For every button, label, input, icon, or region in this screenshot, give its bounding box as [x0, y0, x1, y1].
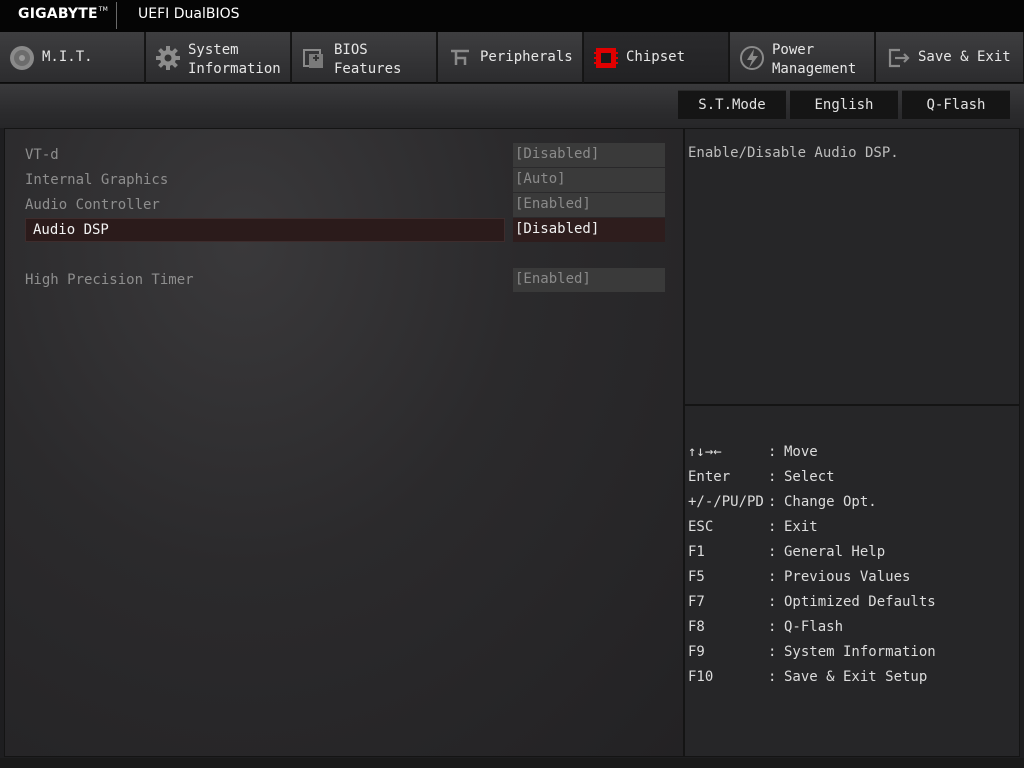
key-description: Previous Values	[784, 569, 911, 585]
key-description: Move	[784, 444, 818, 460]
key-description: Change Opt.	[784, 494, 877, 510]
settings-panel: VT-d [Disabled] Internal Graphics [Auto]…	[4, 128, 684, 757]
key-separator: :	[768, 469, 777, 485]
setting-value[interactable]: [Disabled]	[513, 143, 665, 167]
key-separator: :	[768, 569, 777, 585]
key-separator: :	[768, 669, 777, 685]
power-bolt-icon	[738, 44, 766, 72]
setting-row-vt-d[interactable]: VT-d [Disabled]	[25, 143, 665, 167]
tab-bios-features[interactable]: BIOS Features	[292, 32, 437, 83]
key-separator: :	[768, 494, 777, 510]
usb-plug-icon	[446, 44, 474, 72]
setting-value[interactable]: [Enabled]	[513, 193, 665, 217]
tab-system-information[interactable]: System Information	[146, 32, 291, 83]
tab-label: Save & Exit	[918, 49, 1011, 65]
key-description: Select	[784, 469, 835, 485]
setting-label: Audio Controller	[25, 197, 160, 213]
key-name: F10	[688, 669, 714, 685]
key-name: Enter	[688, 469, 731, 485]
key-name: ESC	[688, 519, 714, 535]
bios-chip-icon	[300, 44, 328, 72]
tab-label: System Information	[188, 42, 281, 77]
brand-name: GIGABYTE	[18, 6, 98, 22]
arrow-keys-icon: ↑↓→←	[688, 444, 722, 460]
key-separator: :	[768, 644, 777, 660]
key-separator: :	[768, 544, 777, 560]
key-legend-panel: ↑↓→←: Move Enter: Select +/-/PU/PD: Change …	[684, 405, 1020, 757]
gigabyte-logo: GIGABYTETM	[18, 6, 108, 22]
key-description: Save & Exit Setup	[784, 669, 928, 685]
key-separator: :	[768, 594, 777, 610]
tab-label: Peripherals	[480, 49, 573, 65]
setting-row-high-precision-timer[interactable]: High Precision Timer [Enabled]	[25, 268, 665, 292]
main-tab-bar: M.I.T. System Information BIOS Features …	[0, 32, 1024, 84]
setting-value[interactable]: [Auto]	[513, 168, 665, 192]
key-description: Optimized Defaults	[784, 594, 936, 610]
setting-label: VT-d	[25, 147, 59, 163]
mit-disc-icon	[8, 44, 36, 72]
setting-row-audio-controller[interactable]: Audio Controller [Enabled]	[25, 193, 665, 217]
setting-row-audio-dsp[interactable]: Audio DSP [Disabled]	[25, 218, 665, 242]
bottom-border	[0, 758, 1024, 768]
key-name: F8	[688, 619, 705, 635]
tab-label: Power Management	[772, 42, 857, 77]
key-name: F1	[688, 544, 705, 560]
help-text: Enable/Disable Audio DSP.	[688, 145, 899, 161]
key-name: F7	[688, 594, 705, 610]
tab-save-exit[interactable]: Save & Exit	[876, 32, 1024, 83]
key-description: General Help	[784, 544, 886, 560]
tab-mit[interactable]: M.I.T.	[0, 32, 145, 83]
help-panel: Enable/Disable Audio DSP.	[684, 128, 1020, 405]
tab-label: BIOS Features	[334, 42, 402, 77]
key-description: System Information	[784, 644, 936, 660]
setting-label: Audio DSP	[33, 222, 109, 238]
st-mode-button[interactable]: S.T.Mode	[678, 90, 786, 119]
header-divider	[116, 2, 117, 29]
key-separator: :	[768, 444, 777, 460]
tab-label: Chipset	[626, 49, 686, 65]
brand-trademark: TM	[98, 6, 109, 13]
product-title: UEFI DualBIOS	[138, 6, 240, 22]
setting-label: Internal Graphics	[25, 172, 169, 188]
exit-door-icon	[884, 44, 912, 72]
chipset-icon	[592, 44, 620, 72]
language-button[interactable]: English	[790, 90, 898, 119]
qflash-button[interactable]: Q-Flash	[902, 90, 1010, 119]
tab-peripherals[interactable]: Peripherals	[438, 32, 583, 83]
key-name: F5	[688, 569, 705, 585]
top-header: GIGABYTETM UEFI DualBIOS	[0, 0, 1024, 32]
key-name: F9	[688, 644, 705, 660]
tab-label: M.I.T.	[42, 49, 93, 65]
key-description: Q-Flash	[784, 619, 844, 635]
setting-label: High Precision Timer	[25, 272, 194, 288]
key-separator: :	[768, 619, 777, 635]
setting-value[interactable]: [Enabled]	[513, 268, 665, 292]
gear-icon	[154, 44, 182, 72]
key-description: Exit	[784, 519, 818, 535]
key-separator: :	[768, 519, 777, 535]
tab-power-management[interactable]: Power Management	[730, 32, 875, 83]
setting-row-internal-graphics[interactable]: Internal Graphics [Auto]	[25, 168, 665, 192]
quick-toolbar: S.T.Mode English Q-Flash	[0, 84, 1024, 128]
key-name: +/-/PU/PD	[688, 494, 764, 510]
tab-chipset[interactable]: Chipset	[584, 32, 729, 83]
setting-value[interactable]: [Disabled]	[513, 218, 665, 242]
